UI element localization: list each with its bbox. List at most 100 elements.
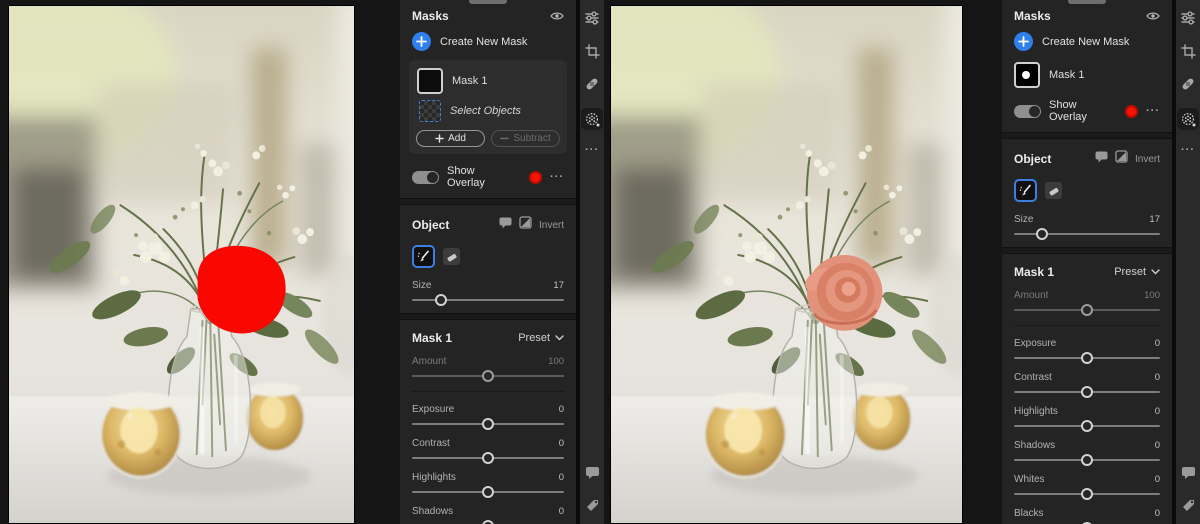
object-title: Object bbox=[412, 218, 492, 232]
photo-right-image bbox=[611, 6, 962, 523]
masking-icon[interactable] bbox=[581, 108, 603, 130]
show-overlay-toggle[interactable] bbox=[1014, 105, 1041, 118]
show-overlay-label: Show Overlay bbox=[1049, 99, 1109, 123]
show-overlay-toggle[interactable] bbox=[412, 171, 439, 184]
edit-toolbar-left: ··· bbox=[576, 0, 604, 524]
overlay-options-menu[interactable]: ··· bbox=[550, 172, 564, 183]
healing-icon[interactable] bbox=[583, 75, 601, 93]
mask-name: Mask 1 bbox=[1049, 69, 1084, 81]
comment-icon[interactable] bbox=[499, 216, 512, 234]
eraser-tool[interactable] bbox=[1045, 182, 1062, 199]
panel-drag-handle[interactable] bbox=[1068, 0, 1106, 4]
brush-select-tool[interactable] bbox=[1014, 179, 1037, 202]
slider-row-shadows: Shadows0 bbox=[1002, 437, 1172, 471]
masks-panel-left: Masks Create New Mask Mask 1 bbox=[400, 0, 576, 524]
tag-icon[interactable] bbox=[583, 496, 601, 514]
masking-icon[interactable] bbox=[1177, 108, 1199, 130]
amount-slider[interactable] bbox=[1014, 309, 1160, 311]
mask-list: Mask 1 Select Objects Add Subtract bbox=[409, 60, 567, 154]
photo-area-right bbox=[604, 0, 1002, 524]
photo-canvas-right[interactable] bbox=[610, 5, 963, 524]
contrast-slider[interactable] bbox=[412, 457, 564, 459]
create-new-mask-button[interactable]: Create New Mask bbox=[1002, 29, 1172, 60]
eye-icon[interactable] bbox=[1146, 9, 1160, 23]
tag-icon[interactable] bbox=[1179, 496, 1197, 514]
after-view: Masks Create New Mask Mask 1 Show Overla… bbox=[604, 0, 1200, 524]
create-new-mask-label: Create New Mask bbox=[440, 36, 527, 48]
photo-area-left bbox=[0, 0, 400, 524]
size-slider[interactable] bbox=[1014, 233, 1160, 235]
slider-row-amount: Amount100 bbox=[1002, 287, 1172, 321]
healing-icon[interactable] bbox=[1179, 75, 1197, 93]
more-tools-menu[interactable]: ··· bbox=[1181, 145, 1195, 156]
chevron-down-icon bbox=[555, 335, 564, 341]
eye-icon[interactable] bbox=[550, 9, 564, 23]
create-new-mask-label: Create New Mask bbox=[1042, 36, 1129, 48]
shadows-slider[interactable] bbox=[1014, 459, 1160, 461]
more-tools-menu[interactable]: ··· bbox=[585, 145, 599, 156]
mask-section-title: Mask 1 bbox=[1014, 265, 1114, 279]
slider-row-whites: Whites0 bbox=[1002, 471, 1172, 505]
slider-row-shadows: Shadows0 bbox=[400, 503, 576, 524]
size-label: Size bbox=[412, 280, 431, 291]
before-view: Masks Create New Mask Mask 1 bbox=[0, 0, 604, 524]
invert-icon[interactable] bbox=[1115, 150, 1128, 168]
preset-dropdown[interactable]: Preset bbox=[1114, 266, 1160, 278]
masks-title: Masks bbox=[1014, 9, 1051, 23]
amount-slider[interactable] bbox=[412, 375, 564, 377]
mask-section-title: Mask 1 bbox=[412, 331, 518, 345]
slider-row-contrast: Contrast0 bbox=[400, 435, 576, 469]
crop-icon[interactable] bbox=[1179, 42, 1197, 60]
comments-icon[interactable] bbox=[583, 464, 601, 482]
add-button[interactable]: Add bbox=[416, 130, 485, 147]
exposure-slider[interactable] bbox=[1014, 357, 1160, 359]
size-slider-knob[interactable] bbox=[435, 294, 447, 306]
slider-row-exposure: Exposure0 bbox=[1002, 335, 1172, 369]
highlights-slider[interactable] bbox=[1014, 425, 1160, 427]
panel-drag-handle[interactable] bbox=[469, 0, 507, 4]
subtract-icon bbox=[500, 134, 509, 143]
mask-overlay-red bbox=[198, 246, 286, 334]
size-slider[interactable] bbox=[412, 299, 564, 301]
slider-row-contrast: Contrast0 bbox=[1002, 369, 1172, 403]
invert-icon[interactable] bbox=[519, 216, 532, 234]
size-value: 17 bbox=[1149, 214, 1160, 225]
overlay-color-swatch[interactable] bbox=[1125, 105, 1138, 118]
object-title: Object bbox=[1014, 152, 1088, 166]
adjustments-icon[interactable] bbox=[1179, 9, 1197, 27]
overlay-color-swatch[interactable] bbox=[529, 171, 542, 184]
photo-left-image bbox=[9, 6, 354, 523]
lightroom-masking-comparison: Masks Create New Mask Mask 1 bbox=[0, 0, 1200, 524]
crop-icon[interactable] bbox=[583, 42, 601, 60]
photo-canvas-left[interactable] bbox=[8, 5, 355, 524]
select-objects-thumbnail[interactable] bbox=[419, 100, 441, 122]
contrast-slider[interactable] bbox=[1014, 391, 1160, 393]
invert-label: Invert bbox=[1135, 154, 1160, 165]
highlights-slider[interactable] bbox=[412, 491, 564, 493]
subtract-button[interactable]: Subtract bbox=[491, 130, 560, 147]
size-value: 17 bbox=[553, 280, 564, 291]
comment-icon[interactable] bbox=[1095, 150, 1108, 168]
invert-label: Invert bbox=[539, 220, 564, 231]
masks-panel-right: Masks Create New Mask Mask 1 Show Overla… bbox=[1002, 0, 1172, 524]
slider-row-highlights: Highlights0 bbox=[1002, 403, 1172, 437]
overlay-options-menu[interactable]: ··· bbox=[1146, 106, 1160, 117]
size-slider-knob[interactable] bbox=[1036, 228, 1048, 240]
mask-item[interactable]: Mask 1 bbox=[1002, 60, 1172, 95]
add-icon bbox=[435, 134, 444, 143]
size-label: Size bbox=[1014, 214, 1033, 225]
brush-select-tool[interactable] bbox=[412, 245, 435, 268]
slider-row-amount: Amount100 bbox=[400, 353, 576, 387]
mask-thumbnail[interactable] bbox=[1014, 62, 1040, 88]
preset-dropdown[interactable]: Preset bbox=[518, 332, 564, 344]
exposure-slider[interactable] bbox=[412, 423, 564, 425]
whites-slider[interactable] bbox=[1014, 493, 1160, 495]
chevron-down-icon bbox=[1151, 269, 1160, 275]
mask-item[interactable]: Mask 1 bbox=[415, 65, 561, 97]
mask-thumbnail[interactable] bbox=[417, 68, 443, 94]
eraser-tool[interactable] bbox=[443, 248, 460, 265]
create-new-mask-button[interactable]: Create New Mask bbox=[400, 29, 576, 60]
adjustments-icon[interactable] bbox=[583, 9, 601, 27]
mask-component-select-objects[interactable]: Select Objects bbox=[415, 97, 561, 125]
comments-icon[interactable] bbox=[1179, 464, 1197, 482]
